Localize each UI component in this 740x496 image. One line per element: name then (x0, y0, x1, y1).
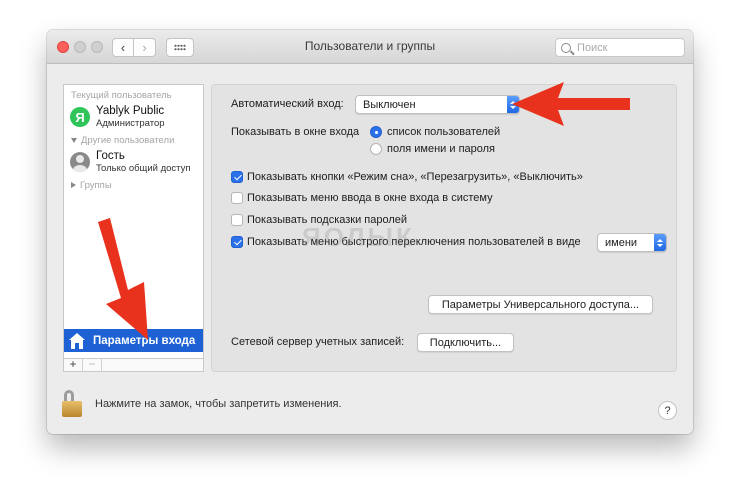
current-user-header: Текущий пользователь (71, 90, 172, 101)
window-title: Пользователи и группы (304, 39, 436, 53)
search-input[interactable] (577, 41, 677, 54)
other-users-header[interactable]: Другие пользователи (71, 135, 174, 146)
forward-button[interactable]: › (134, 38, 156, 57)
radio-name-password[interactable] (370, 143, 382, 155)
show-in-login-label: Показывать в окне входа (231, 126, 360, 138)
user-item-guest[interactable]: Гость Только общий доступ (70, 150, 191, 174)
title-bar: ‹ › Пользователи и группы (47, 30, 693, 64)
fast-switch-value: имени (605, 236, 638, 249)
user-name: Гость (96, 150, 125, 162)
close-window-button[interactable] (57, 41, 69, 53)
accessibility-options-button[interactable]: Параметры Универсального доступа... (428, 295, 653, 314)
lock-row: Нажмите на замок, чтобы запретить измене… (61, 390, 342, 418)
chevron-left-icon: ‹ (120, 40, 126, 55)
checkbox-input-menu[interactable] (231, 192, 243, 204)
checkbox-input-menu-label: Показывать меню ввода в окне входа в сис… (247, 192, 493, 204)
auto-login-select[interactable]: Выключен (355, 95, 520, 114)
annotation-arrow-right-icon (512, 82, 630, 126)
select-stepper-icon (654, 234, 666, 251)
back-button[interactable]: ‹ (112, 38, 134, 57)
radio-user-list-label: список пользователей (387, 126, 501, 138)
search-field[interactable] (555, 38, 685, 57)
disclosure-right-icon (71, 182, 76, 189)
chevron-right-icon: › (142, 40, 147, 55)
checkbox-password-hints[interactable] (231, 214, 243, 226)
lock-icon[interactable] (61, 390, 83, 418)
avatar: Я (70, 107, 90, 127)
grid-icon (174, 44, 186, 51)
auto-login-value: Выключен (363, 98, 416, 111)
search-icon (561, 42, 571, 53)
guest-avatar-icon (70, 152, 90, 172)
user-role: Только общий доступ (96, 163, 191, 174)
checkbox-sleep-restart-shutdown[interactable] (231, 171, 243, 183)
user-item-current[interactable]: Я Yablyk Public Администратор (70, 105, 165, 129)
show-all-button[interactable] (166, 38, 194, 57)
connect-button[interactable]: Подключить... (417, 333, 514, 352)
watermark: ЯОЛЫК (302, 222, 415, 252)
zoom-window-button[interactable] (91, 41, 103, 53)
radio-name-password-label: поля имени и пароля (387, 143, 496, 155)
help-button[interactable]: ? (658, 401, 677, 420)
user-role: Администратор (96, 118, 165, 129)
home-icon (68, 332, 86, 349)
network-server-label: Сетевой сервер учетных записей: (231, 336, 405, 348)
sidebar-footer: + − (63, 358, 204, 372)
annotation-arrow-down-icon (98, 218, 148, 340)
disclosure-down-icon (71, 137, 77, 143)
lock-text: Нажмите на замок, чтобы запретить измене… (95, 398, 342, 410)
fast-switch-select[interactable]: имени (597, 233, 667, 252)
checkbox-fast-user-switching[interactable] (231, 236, 243, 248)
checkbox-sleep-restart-shutdown-label: Показывать кнопки «Режим сна», «Перезагр… (247, 171, 583, 183)
minimize-window-button[interactable] (74, 41, 86, 53)
groups-header[interactable]: Группы (71, 180, 112, 191)
auto-login-label: Автоматический вход: (231, 98, 344, 110)
add-user-button[interactable]: + (64, 358, 83, 371)
radio-user-list[interactable] (370, 126, 382, 138)
user-name: Yablyk Public (96, 105, 165, 117)
remove-user-button[interactable]: − (83, 358, 102, 371)
